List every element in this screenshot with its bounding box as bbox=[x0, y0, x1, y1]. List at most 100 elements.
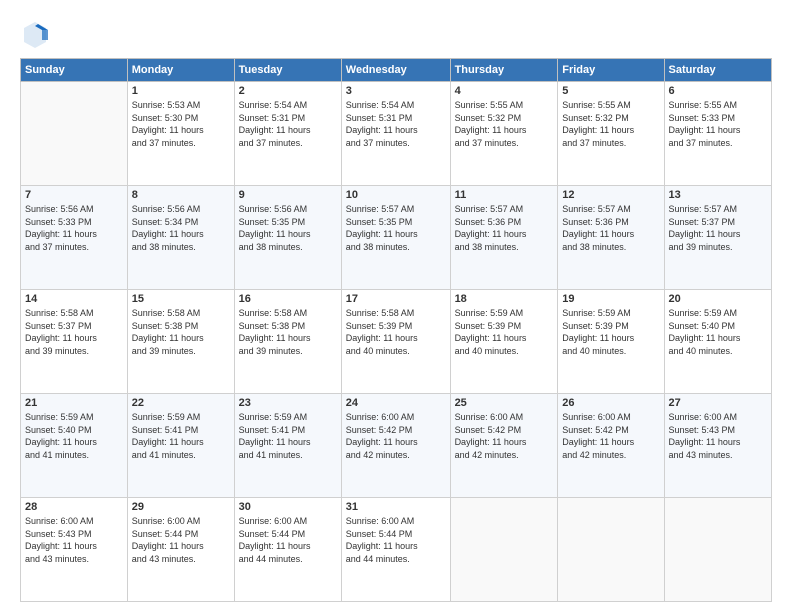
calendar-cell bbox=[21, 82, 128, 186]
calendar-cell: 23Sunrise: 5:59 AM Sunset: 5:41 PM Dayli… bbox=[234, 394, 341, 498]
day-info: Sunrise: 5:59 AM Sunset: 5:41 PM Dayligh… bbox=[239, 411, 337, 461]
day-info: Sunrise: 6:00 AM Sunset: 5:42 PM Dayligh… bbox=[455, 411, 554, 461]
calendar-cell: 18 Sunrise: 5:59 AM Sunset: 5:39 PM Dayli… bbox=[450, 290, 558, 394]
weekday-header: Thursday bbox=[450, 59, 558, 82]
day-info: Sunrise: 5:54 AM Sunset: 5:31 PM Dayligh… bbox=[239, 99, 337, 149]
calendar-cell: 2 Sunrise: 5:54 AM Sunset: 5:31 PM Daylig… bbox=[234, 82, 341, 186]
day-number: 1 bbox=[132, 85, 230, 97]
weekday-header: Friday bbox=[558, 59, 664, 82]
calendar-cell bbox=[664, 498, 771, 602]
calendar-cell: 22 Sunrise: 5:59 AM Sunset: 5:41 PM Dayli… bbox=[127, 394, 234, 498]
day-info: Sunrise: 5:59 AM Sunset: 5:41 PM Dayligh… bbox=[132, 411, 230, 461]
weekday-header: Saturday bbox=[664, 59, 771, 82]
calendar-cell: 26 Sunrise: 6:00 AM Sunset: 5:42 PM Dayli… bbox=[558, 394, 664, 498]
calendar-cell: 8 Sunrise: 5:56 AM Sunset: 5:34 PM Daylig… bbox=[127, 186, 234, 290]
calendar-cell: 5 Sunrise: 5:55 AM Sunset: 5:32 PM Daylig… bbox=[558, 82, 664, 186]
day-info: Sunrise: 6:00 AM Sunset: 5:44 PM Dayligh… bbox=[132, 515, 230, 565]
calendar-cell: 24 Sunrise: 6:00 AM Sunset: 5:42 PM Dayli… bbox=[341, 394, 450, 498]
calendar-cell: 19 Sunrise: 5:59 AM Sunset: 5:39 PM Dayli… bbox=[558, 290, 664, 394]
day-number: 12 bbox=[562, 189, 659, 201]
day-info: Sunrise: 5:59 AM Sunset: 5:39 PM Dayligh… bbox=[455, 307, 554, 357]
day-number: 9 bbox=[239, 189, 337, 201]
day-number: 22 bbox=[132, 397, 230, 409]
logo-icon bbox=[20, 20, 50, 50]
day-number: 29 bbox=[132, 501, 230, 513]
day-info: Sunrise: 5:58 AM Sunset: 5:39 PM Dayligh… bbox=[346, 307, 446, 357]
calendar-cell: 10Sunrise: 5:57 AM Sunset: 5:35 PM Dayli… bbox=[341, 186, 450, 290]
weekday-header: Sunday bbox=[21, 59, 128, 82]
weekday-header: Tuesday bbox=[234, 59, 341, 82]
page: SundayMondayTuesdayWednesdayThursdayFrid… bbox=[0, 0, 792, 612]
calendar-cell: 3Sunrise: 5:54 AM Sunset: 5:31 PM Daylig… bbox=[341, 82, 450, 186]
day-info: Sunrise: 5:55 AM Sunset: 5:33 PM Dayligh… bbox=[669, 99, 767, 149]
day-info: Sunrise: 6:00 AM Sunset: 5:44 PM Dayligh… bbox=[239, 515, 337, 565]
day-info: Sunrise: 6:00 AM Sunset: 5:42 PM Dayligh… bbox=[346, 411, 446, 461]
day-number: 2 bbox=[239, 85, 337, 97]
day-info: Sunrise: 5:59 AM Sunset: 5:39 PM Dayligh… bbox=[562, 307, 659, 357]
day-info: Sunrise: 5:56 AM Sunset: 5:33 PM Dayligh… bbox=[25, 203, 123, 253]
day-number: 5 bbox=[562, 85, 659, 97]
day-info: Sunrise: 5:53 AM Sunset: 5:30 PM Dayligh… bbox=[132, 99, 230, 149]
day-number: 19 bbox=[562, 293, 659, 305]
header bbox=[20, 16, 772, 50]
calendar-cell bbox=[558, 498, 664, 602]
day-info: Sunrise: 5:56 AM Sunset: 5:34 PM Dayligh… bbox=[132, 203, 230, 253]
calendar-cell: 20 Sunrise: 5:59 AM Sunset: 5:40 PM Dayli… bbox=[664, 290, 771, 394]
calendar-cell: 14 Sunrise: 5:58 AM Sunset: 5:37 PM Dayli… bbox=[21, 290, 128, 394]
weekday-header: Wednesday bbox=[341, 59, 450, 82]
day-info: Sunrise: 5:58 AM Sunset: 5:38 PM Dayligh… bbox=[132, 307, 230, 357]
day-number: 26 bbox=[562, 397, 659, 409]
day-number: 28 bbox=[25, 501, 123, 513]
day-info: Sunrise: 5:57 AM Sunset: 5:36 PM Dayligh… bbox=[562, 203, 659, 253]
day-number: 20 bbox=[669, 293, 767, 305]
day-info: Sunrise: 6:00 AM Sunset: 5:43 PM Dayligh… bbox=[669, 411, 767, 461]
day-number: 8 bbox=[132, 189, 230, 201]
day-number: 4 bbox=[455, 85, 554, 97]
day-number: 16 bbox=[239, 293, 337, 305]
calendar-cell: 30 Sunrise: 6:00 AM Sunset: 5:44 PM Dayli… bbox=[234, 498, 341, 602]
calendar-cell: 31 Sunrise: 6:00 AM Sunset: 5:44 PM Dayli… bbox=[341, 498, 450, 602]
calendar-cell: 27 Sunrise: 6:00 AM Sunset: 5:43 PM Dayli… bbox=[664, 394, 771, 498]
day-number: 25 bbox=[455, 397, 554, 409]
day-number: 27 bbox=[669, 397, 767, 409]
day-number: 17 bbox=[346, 293, 446, 305]
calendar-cell: 21Sunrise: 5:59 AM Sunset: 5:40 PM Dayli… bbox=[21, 394, 128, 498]
calendar-cell bbox=[450, 498, 558, 602]
calendar-week-row: 1 Sunrise: 5:53 AM Sunset: 5:30 PM Daylig… bbox=[21, 82, 772, 186]
calendar-cell: 1 Sunrise: 5:53 AM Sunset: 5:30 PM Daylig… bbox=[127, 82, 234, 186]
calendar-week-row: 21Sunrise: 5:59 AM Sunset: 5:40 PM Dayli… bbox=[21, 394, 772, 498]
day-number: 10 bbox=[346, 189, 446, 201]
day-info: Sunrise: 5:58 AM Sunset: 5:38 PM Dayligh… bbox=[239, 307, 337, 357]
weekday-header-row: SundayMondayTuesdayWednesdayThursdayFrid… bbox=[21, 59, 772, 82]
day-number: 7 bbox=[25, 189, 123, 201]
day-info: Sunrise: 5:57 AM Sunset: 5:37 PM Dayligh… bbox=[669, 203, 767, 253]
calendar-cell: 6Sunrise: 5:55 AM Sunset: 5:33 PM Daylig… bbox=[664, 82, 771, 186]
day-number: 14 bbox=[25, 293, 123, 305]
calendar-cell: 9Sunrise: 5:56 AM Sunset: 5:35 PM Daylig… bbox=[234, 186, 341, 290]
day-number: 30 bbox=[239, 501, 337, 513]
day-info: Sunrise: 5:58 AM Sunset: 5:37 PM Dayligh… bbox=[25, 307, 123, 357]
calendar-cell: 4Sunrise: 5:55 AM Sunset: 5:32 PM Daylig… bbox=[450, 82, 558, 186]
day-number: 3 bbox=[346, 85, 446, 97]
day-info: Sunrise: 5:59 AM Sunset: 5:40 PM Dayligh… bbox=[669, 307, 767, 357]
day-number: 31 bbox=[346, 501, 446, 513]
day-number: 18 bbox=[455, 293, 554, 305]
calendar-cell: 25 Sunrise: 6:00 AM Sunset: 5:42 PM Dayli… bbox=[450, 394, 558, 498]
calendar-cell: 11Sunrise: 5:57 AM Sunset: 5:36 PM Dayli… bbox=[450, 186, 558, 290]
day-info: Sunrise: 6:00 AM Sunset: 5:43 PM Dayligh… bbox=[25, 515, 123, 565]
day-info: Sunrise: 6:00 AM Sunset: 5:44 PM Dayligh… bbox=[346, 515, 446, 565]
calendar-cell: 29 Sunrise: 6:00 AM Sunset: 5:44 PM Dayli… bbox=[127, 498, 234, 602]
calendar-cell: 12 Sunrise: 5:57 AM Sunset: 5:36 PM Dayli… bbox=[558, 186, 664, 290]
calendar-table: SundayMondayTuesdayWednesdayThursdayFrid… bbox=[20, 58, 772, 602]
day-number: 13 bbox=[669, 189, 767, 201]
calendar-week-row: 28 Sunrise: 6:00 AM Sunset: 5:43 PM Dayli… bbox=[21, 498, 772, 602]
day-info: Sunrise: 6:00 AM Sunset: 5:42 PM Dayligh… bbox=[562, 411, 659, 461]
calendar-cell: 28 Sunrise: 6:00 AM Sunset: 5:43 PM Dayli… bbox=[21, 498, 128, 602]
day-info: Sunrise: 5:55 AM Sunset: 5:32 PM Dayligh… bbox=[562, 99, 659, 149]
calendar-week-row: 7 Sunrise: 5:56 AM Sunset: 5:33 PM Daylig… bbox=[21, 186, 772, 290]
weekday-header: Monday bbox=[127, 59, 234, 82]
day-number: 24 bbox=[346, 397, 446, 409]
day-info: Sunrise: 5:59 AM Sunset: 5:40 PM Dayligh… bbox=[25, 411, 123, 461]
calendar-cell: 15Sunrise: 5:58 AM Sunset: 5:38 PM Dayli… bbox=[127, 290, 234, 394]
day-number: 11 bbox=[455, 189, 554, 201]
